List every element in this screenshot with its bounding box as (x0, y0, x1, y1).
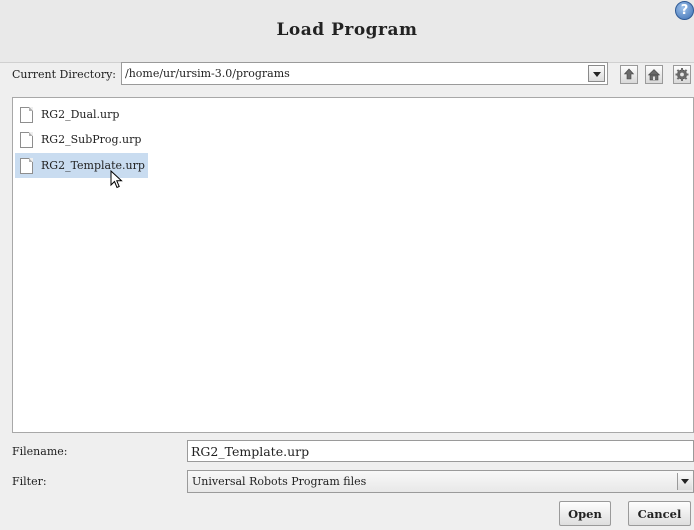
home-button[interactable] (645, 65, 663, 84)
settings-button[interactable] (673, 65, 691, 84)
filename-input[interactable] (187, 440, 694, 462)
up-folder-icon (623, 68, 635, 80)
document-icon (20, 157, 33, 174)
document-icon (20, 131, 33, 148)
file-item[interactable]: RG2_Dual.urp (15, 102, 122, 127)
file-list[interactable]: RG2_Dual.urp RG2_SubProg.urp RG2_Templat… (12, 97, 694, 433)
document-icon (20, 106, 33, 123)
mouse-pointer-icon (110, 170, 123, 189)
help-icon[interactable]: ? (675, 1, 694, 20)
directory-dropdown-arrow-icon[interactable] (588, 65, 605, 82)
settings-gear-icon (675, 68, 689, 81)
file-item[interactable]: RG2_SubProg.urp (15, 127, 144, 152)
filter-select[interactable]: Universal Robots Program files (187, 470, 694, 493)
filter-dropdown-arrow-icon[interactable] (677, 473, 692, 490)
filter-label: Filter: (12, 475, 47, 488)
up-folder-button[interactable] (620, 65, 638, 84)
file-name: RG2_Template.urp (41, 158, 145, 172)
home-icon (647, 69, 661, 81)
filter-value: Universal Robots Program files (192, 475, 367, 488)
open-button[interactable]: Open (559, 501, 611, 526)
current-directory-combo[interactable]: /home/ur/ursim-3.0/programs (121, 62, 608, 85)
file-item-selected[interactable]: RG2_Template.urp (15, 153, 148, 178)
filename-label: Filename: (12, 445, 68, 458)
file-name: RG2_SubProg.urp (41, 132, 142, 146)
current-directory-label: Current Directory: (12, 68, 117, 81)
current-directory-value: /home/ur/ursim-3.0/programs (125, 67, 290, 80)
dialog-title-bar: Load Program ? (0, 0, 694, 63)
dialog-title: Load Program (276, 20, 418, 40)
file-name: RG2_Dual.urp (41, 107, 120, 121)
cancel-button[interactable]: Cancel (628, 501, 691, 526)
